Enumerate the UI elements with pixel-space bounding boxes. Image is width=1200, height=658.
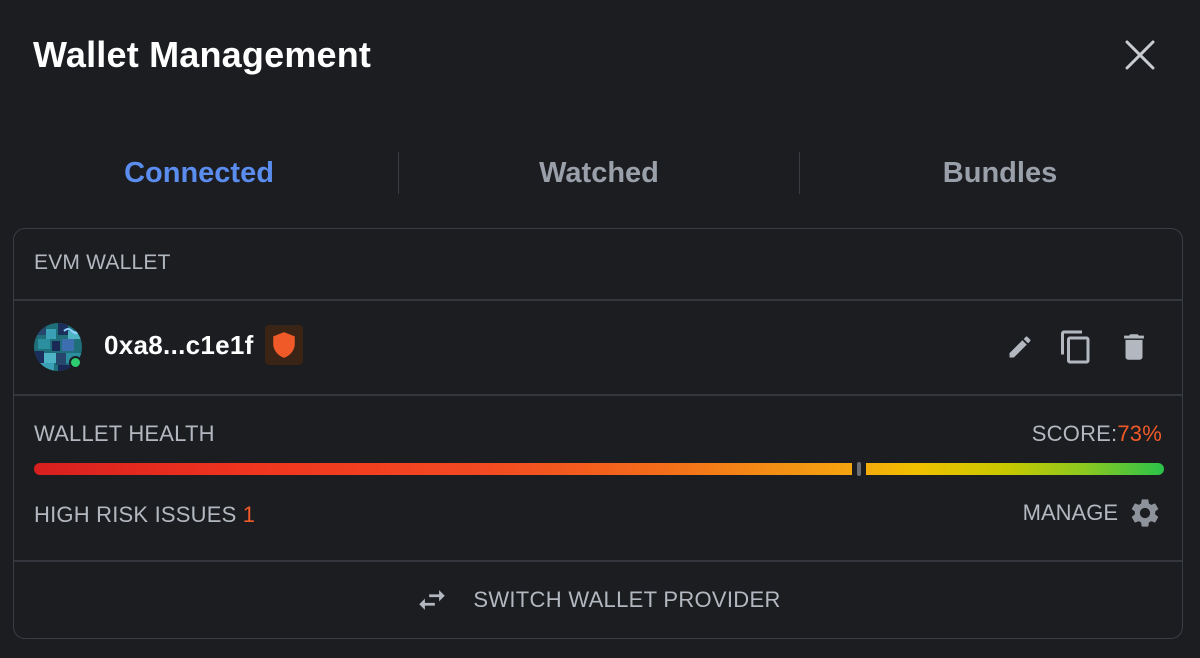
switch-wallet-provider-button[interactable]: SWITCH WALLET PROVIDER [14,561,1182,638]
wallet-management-modal: Wallet Management Connected Watched Bund… [0,0,1200,658]
manage-label: MANAGE [1022,500,1118,525]
copy-icon [1061,330,1090,364]
risk-label-text: HIGH RISK ISSUES [34,502,237,527]
switch-wallet-provider-label: SWITCH WALLET PROVIDER [473,587,781,612]
score-label: SCORE: [1031,421,1118,446]
health-bar [34,459,1164,479]
edit-button[interactable] [1000,327,1040,367]
swap-arrows-icon [419,590,446,610]
delete-button[interactable] [1114,327,1154,367]
wallet-address[interactable]: 0xa8...c1e1f [104,330,254,361]
close-icon [1125,40,1155,70]
health-score-marker [852,459,866,479]
risk-shield-badge[interactable] [265,325,303,365]
gear-icon [1131,499,1159,527]
evm-wallet-card: EVM WALLET 0xa8...c1e1f WALLET HEALTH SC… [13,228,1183,639]
pencil-icon [1009,336,1031,358]
wallet-health-label: WALLET HEALTH [34,421,215,446]
tab-bar: Connected Watched Bundles [0,148,1200,198]
risk-count: 1 [242,502,256,527]
modal-title: Wallet Management [33,34,372,75]
manage-button[interactable]: MANAGE [1023,495,1162,531]
high-risk-issues: HIGH RISK ISSUES 1 [34,502,255,528]
wallet-row: 0xa8...c1e1f [14,301,1182,395]
shield-icon [273,332,295,358]
copy-button[interactable] [1056,327,1096,367]
tab-watched[interactable]: Watched [399,148,799,198]
tab-bundles[interactable]: Bundles [800,148,1200,198]
score-value: 73% [1117,421,1162,446]
connected-status-dot [69,356,82,369]
tab-connected[interactable]: Connected [0,148,398,198]
health-gradient-track [34,463,1164,475]
close-button[interactable] [1118,33,1162,77]
health-score: SCORE:73% [1032,421,1162,447]
trash-icon [1124,334,1144,360]
section-title: EVM WALLET [34,251,171,274]
divider [14,394,1182,396]
